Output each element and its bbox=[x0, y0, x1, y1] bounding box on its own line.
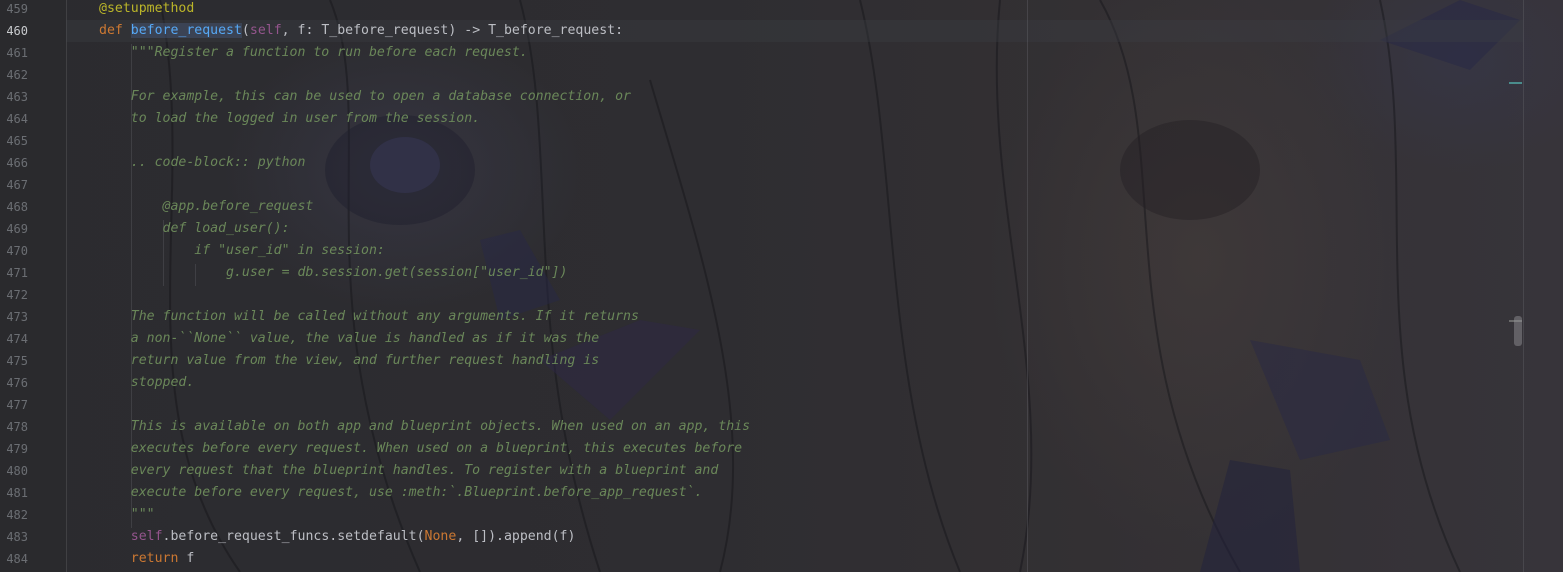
code-token: def bbox=[99, 23, 131, 38]
code-line[interactable]: return value from the view, and further … bbox=[99, 350, 599, 372]
code-line[interactable]: @app.before_request bbox=[99, 196, 314, 218]
code-line[interactable]: """ bbox=[99, 504, 155, 526]
code-line[interactable]: if "user_id" in session: bbox=[99, 240, 385, 262]
code-token: before_request bbox=[130, 23, 242, 38]
line-number[interactable]: 465 bbox=[0, 130, 28, 152]
code-token: self bbox=[249, 23, 282, 38]
code-token: None bbox=[424, 529, 457, 544]
line-number[interactable]: 467 bbox=[0, 174, 28, 196]
vertical-scrollbar-thumb[interactable] bbox=[1514, 316, 1522, 346]
line-number[interactable]: 484 bbox=[0, 548, 28, 570]
line-number[interactable]: 473 bbox=[0, 306, 28, 328]
code-line[interactable]: The function will be called without any … bbox=[99, 306, 639, 328]
code-line[interactable]: This is available on both app and bluepr… bbox=[99, 416, 750, 438]
code-line[interactable]: a non-``None`` value, the value is handl… bbox=[99, 328, 599, 350]
code-line[interactable]: .. code-block:: python bbox=[99, 152, 306, 174]
code-token: return value from the view, and further … bbox=[99, 353, 600, 368]
code-token: @setupmethod bbox=[99, 1, 195, 16]
line-number[interactable]: 480 bbox=[0, 460, 28, 482]
line-number[interactable]: 459 bbox=[0, 0, 28, 20]
line-number[interactable]: 470 bbox=[0, 240, 28, 262]
code-line[interactable]: return f bbox=[99, 548, 195, 570]
line-number[interactable]: 462 bbox=[0, 64, 28, 86]
code-token: """Register a function to run before eac… bbox=[99, 45, 528, 60]
line-number[interactable]: 481 bbox=[0, 482, 28, 504]
code-token: For example, this can be used to open a … bbox=[99, 89, 631, 104]
code-line[interactable]: executes before every request. When used… bbox=[99, 438, 742, 460]
line-number[interactable]: 478 bbox=[0, 416, 28, 438]
code-line[interactable]: def load_user(): bbox=[99, 218, 290, 240]
code-token: """ bbox=[99, 507, 155, 522]
line-number[interactable]: 463 bbox=[0, 86, 28, 108]
code-token: if "user_id" in session: bbox=[99, 243, 385, 258]
code-line[interactable]: def before_request(self, f: T_before_req… bbox=[99, 20, 623, 42]
code-token: self bbox=[99, 529, 163, 544]
code-token: executes before every request. When used… bbox=[99, 441, 743, 456]
code-line[interactable]: execute before every request, use :meth:… bbox=[99, 482, 703, 504]
code-line[interactable]: self.before_request_funcs.setdefault(Non… bbox=[99, 526, 576, 548]
line-number[interactable]: 476 bbox=[0, 372, 28, 394]
code-token: .. code-block:: python bbox=[99, 155, 306, 170]
line-number-gutter[interactable]: 459 460 461 462 463 464 465 466 467 468 469 470 471 4… bbox=[0, 0, 67, 572]
line-number[interactable]: 482 bbox=[0, 504, 28, 526]
line-number[interactable]: 483 bbox=[0, 526, 28, 548]
code-token: f bbox=[186, 551, 195, 566]
line-number[interactable]: 474 bbox=[0, 328, 28, 350]
editor-right-edge bbox=[1523, 0, 1524, 572]
code-line[interactable]: to load the logged in user from the sess… bbox=[99, 108, 480, 130]
line-number[interactable]: 460 bbox=[0, 20, 28, 42]
code-token: every request that the blueprint handles… bbox=[99, 463, 719, 478]
code-token: a non-``None`` value, the value is handl… bbox=[99, 331, 600, 346]
right-margin-guide bbox=[1027, 0, 1028, 572]
code-token: , []).append(f) bbox=[456, 529, 576, 544]
code-token: @app.before_request bbox=[99, 199, 314, 214]
code-line[interactable]: For example, this can be used to open a … bbox=[99, 86, 631, 108]
code-token: return bbox=[99, 551, 187, 566]
code-line[interactable]: """Register a function to run before eac… bbox=[99, 42, 528, 64]
line-number[interactable]: 468 bbox=[0, 196, 28, 218]
line-number[interactable]: 471 bbox=[0, 262, 28, 284]
code-line[interactable]: stopped. bbox=[99, 372, 195, 394]
line-number[interactable]: 461 bbox=[0, 42, 28, 64]
code-token: g.user = db.session.get(session["user_id… bbox=[99, 265, 568, 280]
code-token: ( bbox=[241, 23, 250, 38]
line-number[interactable]: 475 bbox=[0, 350, 28, 372]
code-token: stopped. bbox=[99, 375, 195, 390]
code-token: def load_user(): bbox=[99, 221, 290, 236]
line-number[interactable]: 464 bbox=[0, 108, 28, 130]
line-number[interactable]: 466 bbox=[0, 152, 28, 174]
code-token: The function will be called without any … bbox=[99, 309, 639, 324]
code-token: execute before every request, use :meth:… bbox=[99, 485, 703, 500]
code-token: This is available on both app and bluepr… bbox=[99, 419, 751, 434]
line-number[interactable]: 477 bbox=[0, 394, 28, 416]
code-line[interactable]: @setupmethod bbox=[99, 0, 194, 20]
code-token: to load the logged in user from the sess… bbox=[99, 111, 481, 126]
code-line[interactable]: every request that the blueprint handles… bbox=[99, 460, 719, 482]
code-token: , f: T_before_request) -> T_before_reque… bbox=[281, 23, 624, 38]
code-editor[interactable]: 459 460 461 462 463 464 465 466 467 468 469 470 471 4… bbox=[0, 0, 1563, 572]
code-token: .before_request_funcs.setdefault( bbox=[162, 529, 425, 544]
line-number[interactable]: 469 bbox=[0, 218, 28, 240]
code-line[interactable]: g.user = db.session.get(session["user_id… bbox=[99, 262, 567, 284]
line-number[interactable]: 472 bbox=[0, 284, 28, 306]
line-number[interactable]: 479 bbox=[0, 438, 28, 460]
error-stripe-marker[interactable] bbox=[1509, 82, 1522, 84]
